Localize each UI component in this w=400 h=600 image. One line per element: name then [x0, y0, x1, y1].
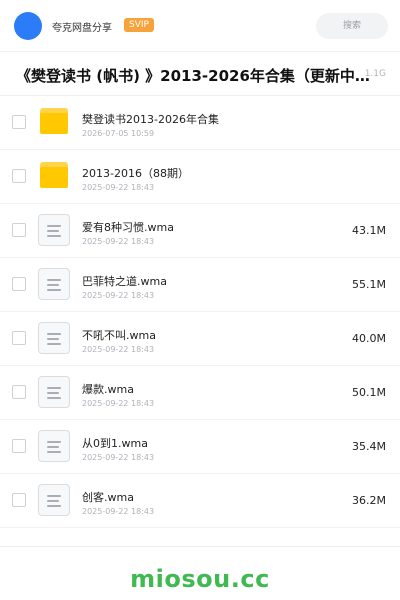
- file-size: 55.1M: [352, 278, 386, 291]
- audio-file-icon: [38, 430, 70, 462]
- audio-file-icon: [38, 214, 70, 246]
- select-checkbox[interactable]: [12, 277, 26, 291]
- search-button[interactable]: 搜索: [316, 13, 388, 39]
- file-row[interactable]: 樊登读书2013-2026年合集 2026-07-05 10:59: [0, 96, 400, 150]
- file-size: 36.2M: [352, 494, 386, 507]
- file-row[interactable]: 2013-2016（88期） 2025-09-22 18:43: [0, 150, 400, 204]
- page-title: 《樊登读书 (帆书) 》2013-2026年合集（更新中到2026…: [16, 67, 378, 85]
- select-checkbox[interactable]: [12, 169, 26, 183]
- select-checkbox[interactable]: [12, 115, 26, 129]
- file-row[interactable]: 巴菲特之道.wma 2025-09-22 18:43 55.1M: [0, 258, 400, 312]
- audio-file-icon: [38, 484, 70, 516]
- file-date: 2025-09-22 18:43: [82, 345, 155, 354]
- file-row[interactable]: 创客.wma 2025-09-22 18:43 36.2M: [0, 474, 400, 528]
- folder-title-row: 《樊登读书 (帆书) 》2013-2026年合集（更新中到2026… 1.1G: [0, 52, 400, 96]
- file-row[interactable]: 从0到1.wma 2025-09-22 18:43 35.4M: [0, 420, 400, 474]
- select-checkbox[interactable]: [12, 223, 26, 237]
- file-list: 樊登读书2013-2026年合集 2026-07-05 10:59 2013-201…: [0, 96, 400, 528]
- file-size: 40.0M: [352, 332, 386, 345]
- file-row[interactable]: 爆款.wma 2025-09-22 18:43 50.1M: [0, 366, 400, 420]
- folder-icon: [40, 162, 68, 188]
- file-date: 2025-09-22 18:43: [82, 399, 155, 408]
- select-checkbox[interactable]: [12, 493, 26, 507]
- file-row[interactable]: 不吼不叫.wma 2025-09-22 18:43 40.0M: [0, 312, 400, 366]
- file-date: 2025-09-22 18:43: [82, 183, 155, 192]
- file-date: 2025-09-22 18:43: [82, 237, 155, 246]
- file-row[interactable]: 爱有8种习惯.wma 2025-09-22 18:43 43.1M: [0, 204, 400, 258]
- select-checkbox[interactable]: [12, 439, 26, 453]
- file-date: 2025-09-22 18:43: [82, 507, 155, 516]
- audio-file-icon: [38, 268, 70, 300]
- file-size: 50.1M: [352, 386, 386, 399]
- file-name: 爱有8种习惯.wma: [82, 221, 174, 234]
- select-checkbox[interactable]: [12, 331, 26, 345]
- folder-icon: [40, 108, 68, 134]
- audio-file-icon: [38, 322, 70, 354]
- file-name: 巴菲特之道.wma: [82, 275, 167, 288]
- user-name[interactable]: 夸克网盘分享: [52, 19, 112, 34]
- file-date: 2025-09-22 18:43: [82, 453, 155, 462]
- audio-file-icon: [38, 376, 70, 408]
- top-bar: 夸克网盘分享 SVIP 搜索: [0, 0, 400, 52]
- file-name: 不吼不叫.wma: [82, 329, 156, 342]
- file-date: 2026-07-05 10:59: [82, 129, 155, 138]
- file-size: 43.1M: [352, 224, 386, 237]
- footer: miosou.cc: [0, 546, 400, 600]
- select-checkbox[interactable]: [12, 385, 26, 399]
- watermark: miosou.cc: [130, 565, 270, 593]
- file-name: 创客.wma: [82, 491, 134, 504]
- avatar[interactable]: [14, 12, 42, 40]
- folder-size: 1.1G: [364, 69, 386, 79]
- file-size: 35.4M: [352, 440, 386, 453]
- file-name: 从0到1.wma: [82, 437, 148, 450]
- file-date: 2025-09-22 18:43: [82, 291, 155, 300]
- file-name: 爆款.wma: [82, 383, 134, 396]
- file-name: 2013-2016（88期）: [82, 167, 189, 180]
- file-name: 樊登读书2013-2026年合集: [82, 113, 219, 126]
- svip-badge: SVIP: [124, 18, 154, 32]
